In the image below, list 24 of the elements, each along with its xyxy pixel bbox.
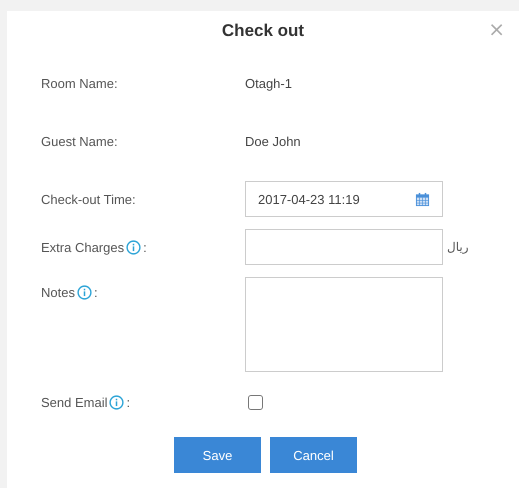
label-colon: : bbox=[126, 394, 130, 410]
save-button[interactable]: Save bbox=[174, 437, 261, 473]
field-value: Otagh-1 bbox=[245, 76, 292, 90]
field-label: Room Name: bbox=[41, 76, 118, 90]
close-button[interactable]: × bbox=[484, 19, 509, 39]
date-field[interactable]: 2017-04-23 11:19 bbox=[245, 181, 443, 217]
field-value: Doe John bbox=[245, 134, 301, 148]
info-icon[interactable] bbox=[109, 394, 124, 410]
field-label: Check-out Time: bbox=[41, 192, 136, 206]
info-icon[interactable] bbox=[76, 285, 92, 300]
label-colon: : bbox=[143, 240, 147, 254]
currency-label: ریال bbox=[447, 240, 469, 254]
input-field[interactable] bbox=[245, 229, 443, 265]
field-label: Send Email bbox=[41, 394, 108, 410]
checkbox[interactable] bbox=[248, 394, 263, 410]
calendar-icon[interactable] bbox=[415, 192, 430, 206]
notes-field[interactable] bbox=[245, 277, 443, 372]
dialog-title: Check out bbox=[222, 21, 304, 41]
cancel-button[interactable]: Cancel bbox=[270, 437, 357, 473]
info-icon[interactable] bbox=[126, 240, 142, 254]
field-label: Extra Charges bbox=[41, 240, 124, 254]
field-label: Guest Name: bbox=[41, 134, 118, 148]
field-label: Notes bbox=[41, 285, 75, 300]
label-colon: : bbox=[94, 285, 98, 300]
